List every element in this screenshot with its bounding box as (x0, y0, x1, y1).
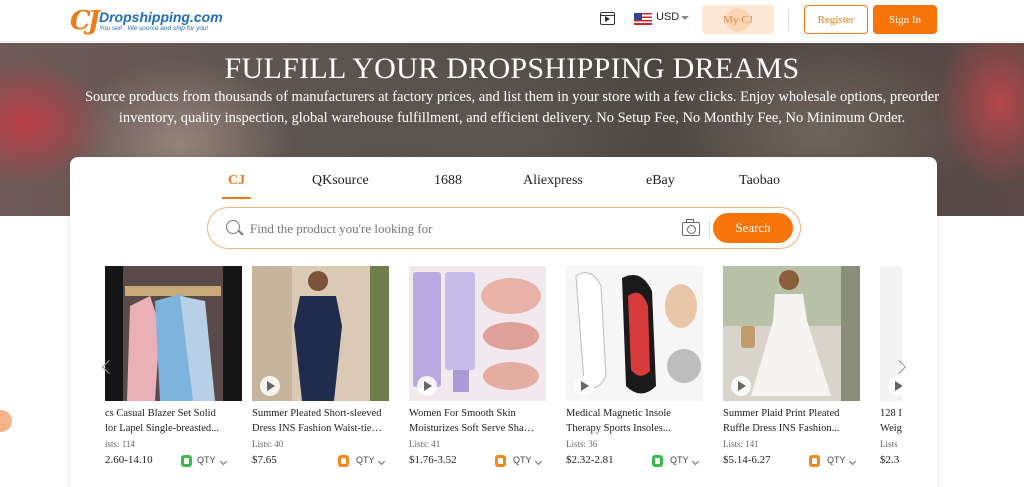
product-title[interactable]: Summer Pleated Short-sleeved (252, 406, 382, 421)
search-bar: Search (207, 207, 801, 249)
product-title[interactable]: Ruffle Dress INS Fashion... (723, 421, 853, 436)
logo-tagline: You sell · We source and ship for you! (99, 24, 209, 32)
product-title[interactable]: Therapy Sports Insoles... (566, 421, 696, 436)
top-header: CJ Dropshipping.com You sell · We source… (0, 0, 1024, 42)
play-icon[interactable] (731, 376, 751, 396)
product-title[interactable]: Summer Plaid Print Pleated (723, 406, 853, 421)
tab-1688[interactable]: 1688 (434, 173, 462, 189)
product-lists: Lists: 36 (566, 439, 598, 449)
product-lists: ists: 114 (105, 439, 135, 449)
inventory-badge-icon (181, 455, 192, 467)
hero-title: FULFILL YOUR DROPSHIPPING DREAMS (224, 52, 800, 85)
product-price: $5.14-6.27 (723, 454, 771, 466)
product-image[interactable] (105, 266, 242, 401)
product-image[interactable] (566, 266, 703, 401)
currency-selector[interactable]: USD (656, 11, 679, 23)
qty-selector[interactable]: QTY (513, 455, 532, 465)
chevron-down-icon[interactable] (681, 16, 689, 20)
product-title[interactable]: lor Lapel Single-breasted... (105, 421, 235, 436)
product-card[interactable]: cs Casual Blazer Set Solid lor Lapel Sin… (105, 266, 242, 471)
qty-selector[interactable]: QTY (197, 455, 216, 465)
product-title[interactable]: Weig (880, 421, 902, 436)
play-icon[interactable] (888, 376, 902, 396)
inventory-badge-icon (338, 455, 349, 467)
product-lists: Lists: 40 (252, 439, 284, 449)
qty-selector[interactable]: QTY (827, 455, 846, 465)
tab-ebay[interactable]: eBay (646, 173, 675, 189)
tab-cj[interactable]: CJ (221, 173, 252, 199)
product-price: $7.65 (252, 454, 277, 466)
product-image[interactable] (252, 266, 389, 401)
my-cj-button[interactable]: My CJ (702, 5, 774, 34)
inventory-badge-icon (809, 455, 820, 467)
product-title[interactable]: Moisturizes Soft Serve Shave ... (409, 421, 539, 436)
chevron-down-icon[interactable] (848, 457, 857, 466)
product-card[interactable]: Women For Smooth Skin Moisturizes Soft S… (409, 266, 546, 471)
product-title[interactable]: cs Casual Blazer Set Solid (105, 406, 235, 421)
tab-qksource[interactable]: QKsource (312, 173, 369, 189)
play-icon[interactable] (260, 376, 280, 396)
play-icon[interactable] (417, 376, 437, 396)
chevron-down-icon[interactable] (219, 457, 228, 466)
qty-selector[interactable]: QTY (670, 455, 689, 465)
chevron-down-icon[interactable] (377, 457, 386, 466)
product-price: $1.76-3.52 (409, 454, 457, 466)
product-image[interactable] (723, 266, 860, 401)
divider (788, 10, 789, 30)
product-price: $2.32-2.81 (566, 454, 614, 466)
register-button[interactable]: Register (804, 5, 868, 34)
product-title[interactable]: Dress INS Fashion Waist-tied... (252, 421, 382, 436)
product-title[interactable]: 128 I (880, 406, 902, 421)
us-flag-icon[interactable] (634, 13, 652, 25)
tab-taobao[interactable]: Taobao (739, 173, 780, 189)
product-card[interactable]: Medical Magnetic Insole Therapy Sports I… (566, 266, 703, 471)
camera-icon[interactable] (682, 219, 700, 236)
product-lists: Lists: 41 (409, 439, 441, 449)
chevron-down-icon[interactable] (534, 457, 543, 466)
search-button[interactable]: Search (713, 213, 793, 243)
sign-in-button[interactable]: Sign In (873, 5, 937, 34)
search-icon (226, 220, 240, 234)
product-price: 2.60-14.10 (105, 454, 153, 466)
product-lists: Lists (880, 439, 898, 449)
product-card[interactable]: Summer Pleated Short-sleeved Dress INS F… (252, 266, 389, 471)
chevron-down-icon[interactable] (691, 457, 700, 466)
cj-logo[interactable]: CJ Dropshipping.com You sell · We source… (70, 6, 223, 36)
product-image[interactable] (880, 266, 902, 401)
side-widget[interactable] (0, 410, 12, 432)
product-image[interactable] (409, 266, 546, 401)
product-card[interactable]: Summer Plaid Print Pleated Ruffle Dress … (723, 266, 860, 471)
product-title[interactable]: Women For Smooth Skin (409, 406, 539, 421)
product-title[interactable]: Medical Magnetic Insole (566, 406, 696, 421)
qty-selector[interactable]: QTY (356, 455, 375, 465)
hero-subtitle: Source products from thousands of manufa… (84, 89, 940, 126)
divider (709, 219, 710, 239)
tab-aliexpress[interactable]: Aliexpress (523, 173, 583, 189)
product-price: $2.3 (880, 454, 900, 466)
search-input[interactable] (250, 219, 670, 239)
source-tabs: CJ QKsource 1688 Aliexpress eBay Taobao (70, 173, 937, 199)
logo-name: Dropshipping.com (99, 8, 223, 25)
inventory-badge-icon (652, 455, 663, 467)
video-icon[interactable] (600, 12, 615, 25)
product-lists: Lists: 141 (723, 439, 759, 449)
logo-mark: CJ (70, 6, 100, 36)
inventory-badge-icon (495, 455, 506, 467)
play-icon[interactable] (574, 376, 594, 396)
